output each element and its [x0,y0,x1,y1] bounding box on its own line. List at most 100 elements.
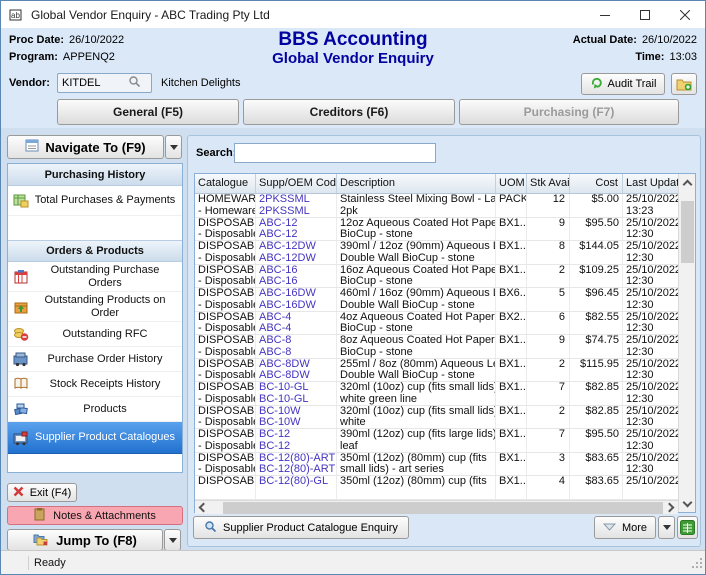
cell-last-updated: 25/10/202212:30 [623,453,678,476]
cell-oem-code[interactable]: ABC-16DWABC-16DW [256,288,337,311]
table-row[interactable]: DISPOSABLE- DisposableABC-4ABC-44oz Aque… [195,312,678,336]
cell-oem-code[interactable]: BC-10WBC-10W [256,406,337,429]
cell-description: 320ml (10oz) cup (fits small lids) -whit… [337,406,496,429]
cell-oem-code[interactable]: ABC-16ABC-16 [256,265,337,288]
attach-folder-button[interactable] [671,73,697,95]
audit-trail-button[interactable]: Audit Trail [581,73,665,95]
tab-general[interactable]: General (F5) [57,99,239,125]
table-row[interactable]: DISPOSABLEBC-12(80)-GL350ml (12oz) (80mm… [195,476,678,500]
tab-creditors[interactable]: Creditors (F6) [243,99,455,125]
vertical-scroll-thumb[interactable] [681,201,694,263]
cell-oem-code[interactable]: ABC-8ABC-8 [256,335,337,358]
cell-oem-code[interactable]: BC-12BC-12 [256,429,337,452]
table-row[interactable]: DISPOSABLE- DisposableBC-10WBC-10W320ml … [195,406,678,430]
supplier-product-catalogue-enquiry-button[interactable]: Supplier Product Catalogue Enquiry [193,516,409,539]
recycle-icon [590,76,603,92]
table-row[interactable]: DISPOSABLE- DisposableABC-8ABC-88oz Aque… [195,335,678,359]
scroll-down-arrow-icon[interactable] [679,495,696,512]
enquiry-search-icon [204,520,217,536]
column-header-description[interactable]: Description [337,174,496,193]
minimize-button[interactable] [585,1,625,28]
horizontal-scroll-thumb[interactable] [223,502,663,514]
cell-description: 16oz Aqueous Coated Hot PaperBioCup - st… [337,265,496,288]
cell-oem-code[interactable]: ABC-12DWABC-12DW [256,241,337,264]
cell-cost: $82.55 [570,312,623,335]
column-header-uom[interactable]: UOM [496,174,527,193]
scroll-left-arrow-icon[interactable] [195,501,209,515]
column-header-last-updated[interactable]: Last Updated [623,174,678,193]
column-header-stk-avail[interactable]: Stk Avail [527,174,570,193]
table-row[interactable]: DISPOSABLE- DisposableABC-12DWABC-12DW39… [195,241,678,265]
sidebar-item-label: Outstanding Products on Order [34,294,176,320]
tab-purchasing[interactable]: Purchasing (F7) [459,99,679,125]
table-row[interactable]: DISPOSABLE- DisposableABC-12ABC-1212oz A… [195,218,678,242]
close-button[interactable] [665,1,705,28]
scroll-up-arrow-icon[interactable] [679,174,696,191]
cell-uom: BX6... [496,288,527,311]
scroll-right-arrow-icon[interactable] [664,501,678,515]
sidebar-item-stock-receipts-history[interactable]: Stock Receipts History [8,372,182,397]
cell-uom: BX1... [496,218,527,241]
notes-attachments-button[interactable]: Notes & Attachments [7,506,183,525]
table-row[interactable]: DISPOSABLE- DisposableABC-16DWABC-16DW46… [195,288,678,312]
vendor-search-icon[interactable] [128,75,141,91]
more-dropdown-button[interactable] [658,516,675,539]
cell-oem-code[interactable]: BC-12(80)-GL [256,476,337,499]
sidebar-item-outstanding-rfc[interactable]: Outstanding RFC [8,322,182,347]
cell-catalogue: DISPOSABLE [195,476,256,499]
vertical-scrollbar[interactable] [678,174,695,512]
jump-dropdown-button[interactable] [164,529,181,551]
vendor-name: Kitchen Delights [161,77,241,89]
cell-cost: $83.65 [570,453,623,476]
sidebar-item-purchase-order-history[interactable]: Purchase Order History [8,347,182,372]
cell-oem-code[interactable]: BC-10-GLBC-10-GL [256,382,337,405]
sidebar-item-products[interactable]: Products [8,397,182,422]
jump-to-button[interactable]: Jump To (F8) [7,529,163,551]
outstanding-po-icon [13,269,29,285]
cell-cost: $83.65 [570,476,623,499]
cell-last-updated: 25/10/2022 [623,476,678,499]
cell-oem-code[interactable]: ABC-12ABC-12 [256,218,337,241]
exit-button[interactable]: Exit (F4) [7,483,77,502]
cell-uom: BX1... [496,335,527,358]
cell-oem-code[interactable]: ABC-8DWABC-8DW [256,359,337,382]
sidebar-item-outstanding-purchase-orders[interactable]: Outstanding Purchase Orders [8,262,182,292]
horizontal-scrollbar[interactable] [195,500,678,514]
products-on-order-icon [13,299,29,315]
navigate-to-button[interactable]: Navigate To (F9) [7,135,164,159]
more-button[interactable]: More [594,516,656,539]
table-row[interactable]: DISPOSABLE- DisposableBC-12BC-12390ml (1… [195,429,678,453]
search-input[interactable] [234,143,436,163]
cell-oem-code[interactable]: BC-12(80)-ARTBC-12(80)-ART [256,453,337,476]
cell-oem-code[interactable]: 2PKSSML2PKSSML [256,194,337,217]
table-row[interactable]: DISPOSABLE- DisposableABC-8DWABC-8DW255m… [195,359,678,383]
cell-description: 390ml (12oz) cup (fits large lids) -leaf [337,429,496,452]
sidebar-item-supplier-product-catalogues[interactable]: Supplier Product Catalogues [8,422,182,454]
table-row[interactable]: DISPOSABLE- DisposableBC-12(80)-ARTBC-12… [195,453,678,477]
table-row[interactable]: DISPOSABLE- DisposableABC-16ABC-1616oz A… [195,265,678,289]
cell-oem-code[interactable]: ABC-4ABC-4 [256,312,337,335]
sidebar-item-outstanding-products-on-order[interactable]: Outstanding Products on Order [8,292,182,322]
purchases-payments-icon [13,193,29,209]
po-history-icon [13,351,29,367]
notes-attachments-label: Notes & Attachments [53,510,156,522]
table-row[interactable]: HOMEWARES- Homewares2PKSSML2PKSSMLStainl… [195,194,678,218]
vendor-code-input[interactable] [58,77,128,89]
navigate-dropdown-button[interactable] [165,135,182,159]
excel-export-button[interactable] [677,516,698,539]
column-header-cost[interactable]: Cost [570,174,623,193]
status-text: Ready [34,557,66,569]
resize-grip[interactable] [691,557,703,572]
cell-description: 8oz Aqueous Coated Hot PaperBioCup - sto… [337,335,496,358]
cell-stk-avail: 6 [527,312,570,335]
cell-cost: $144.05 [570,241,623,264]
table-row[interactable]: DISPOSABLE- DisposableBC-10-GLBC-10-GL32… [195,382,678,406]
header-block: Proc Date:26/10/2022 Program:APPENQ2 BBS… [1,28,705,128]
column-header-catalogue[interactable]: Catalogue [195,174,256,193]
cell-last-updated: 25/10/202212:30 [623,312,678,335]
maximize-button[interactable] [625,1,665,28]
cell-description: 255ml / 8oz (80mm) Aqueous LeafDouble Wa… [337,359,496,382]
sidebar-item-label: Purchase Order History [48,353,163,366]
sidebar-item-total-purchases-payments[interactable]: Total Purchases & Payments [8,186,182,216]
column-header-supp-oem-code[interactable]: Supp/OEM Code [256,174,337,193]
